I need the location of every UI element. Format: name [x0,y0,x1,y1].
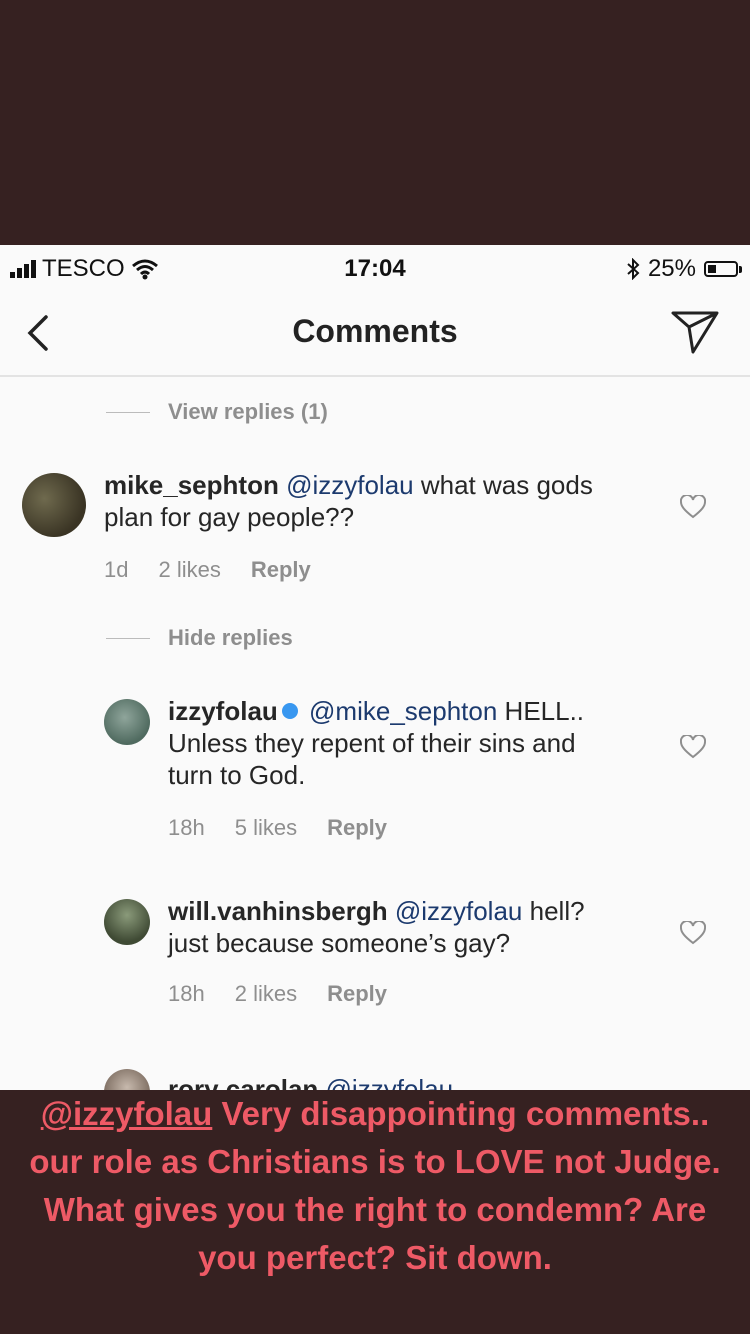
comment-username[interactable]: izzyfolau [168,696,278,726]
paper-plane-icon[interactable] [670,309,720,355]
comment-mention[interactable]: @izzyfolau [286,470,414,500]
avatar[interactable] [104,899,150,945]
comment-likes[interactable]: 5 likes [235,815,297,841]
caption-line2: our role as Christians is to LOVE not Ju… [29,1143,721,1180]
comment-body-line1: hell? [529,896,585,926]
caption-line4: you perfect? Sit down. [198,1239,552,1276]
comment-body-line1: what was gods [420,470,593,500]
comment-body-line2: Unless they repent of their sins and [168,728,576,758]
reply-button[interactable]: Reply [327,815,387,841]
verified-badge-icon [281,703,298,720]
comment-text: rory carolan @izzyfolau [168,1073,453,1090]
comment-likes[interactable]: 2 likes [158,557,220,583]
status-right: 25% [626,255,742,283]
reply-button[interactable]: Reply [327,981,387,1007]
comment-text: will.vanhinsbergh @izzyfolau hell? just … [168,895,585,959]
reply-button[interactable]: Reply [251,557,311,583]
avatar[interactable] [104,1069,150,1090]
comment-time: 18h [168,981,205,1006]
caption-mention[interactable]: @izzyfolau [41,1095,213,1132]
comment-meta: 1d 2 likes Reply [104,557,311,583]
comment-body-line2: just because someone’s gay? [168,928,511,958]
comment-meta: 18h 5 likes Reply [168,815,387,841]
screenshot-frame: TESCO 17:04 25% Comments View replies (1… [0,245,750,1090]
comment-text: mike_sephton @izzyfolau what was gods pl… [104,469,593,533]
avatar[interactable] [22,473,86,537]
comment-time: 1d [104,557,129,582]
comment-username[interactable]: mike_sephton [104,470,279,500]
view-replies-label: View replies (1) [168,399,328,424]
hide-replies-button[interactable]: Hide replies [106,625,293,651]
comment-time: 18h [168,815,205,840]
status-bar: TESCO 17:04 25% [0,245,750,291]
comment-mention[interactable]: @izzyfolau [326,1074,454,1090]
comment-body-line2: plan for gay people?? [104,502,355,532]
bluetooth-icon [627,258,640,280]
battery-percent: 25% [647,255,696,282]
heart-icon[interactable] [680,495,706,519]
view-replies-button[interactable]: View replies (1) [106,399,328,425]
heart-icon[interactable] [680,921,706,945]
caption-line1: Very disappointing comments.. [221,1095,710,1132]
story-caption: @izzyfolau Very disappointing comments..… [0,1090,750,1282]
caption-line3: What gives you the right to condemn? Are [43,1191,707,1228]
comment-mention[interactable]: @mike_sephton [309,696,497,726]
comment-body-line1: HELL.. [504,696,585,726]
comment-body-line3: turn to God. [168,760,306,790]
battery-icon [704,261,742,277]
comment-mention[interactable]: @izzyfolau [395,896,523,926]
hide-replies-label: Hide replies [168,625,293,650]
nav-bar: Comments [0,291,750,377]
heart-icon[interactable] [680,735,706,759]
comment-username[interactable]: will.vanhinsbergh [168,896,388,926]
divider-line [106,411,150,413]
page-title: Comments [292,313,458,349]
comment-text: izzyfolau @mike_sephton HELL.. Unless th… [168,695,584,791]
divider-line [106,637,150,639]
avatar[interactable] [104,699,150,745]
comment-meta: 18h 2 likes Reply [168,981,387,1007]
comment-username[interactable]: rory carolan [168,1074,318,1090]
comment-likes[interactable]: 2 likes [235,981,297,1007]
